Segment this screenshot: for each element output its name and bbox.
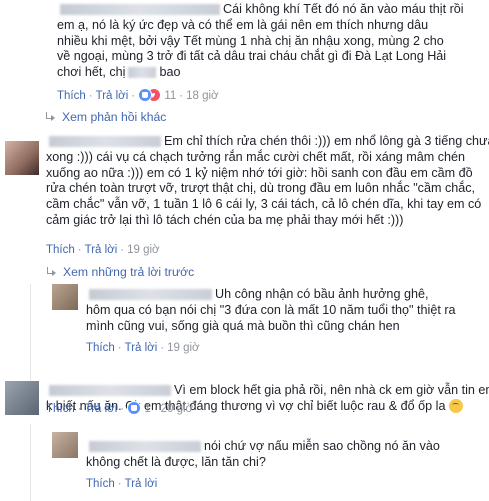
timestamp[interactable]: 19 giờ [167, 342, 199, 354]
timestamp[interactable]: 18 giờ [186, 90, 218, 102]
comment-5-actions: Thích · Trả lời [86, 478, 158, 490]
author-name-blurred [49, 136, 161, 147]
author-name-blurred [89, 441, 201, 452]
like-link[interactable]: Thích [86, 478, 115, 490]
mention-blurred [128, 67, 157, 79]
reply-arrow-icon [45, 112, 56, 121]
like-link[interactable]: Thích [46, 403, 75, 415]
previous-replies-link[interactable]: Xem những trả lời trước [46, 265, 194, 279]
reaction-count[interactable]: 1 [144, 403, 150, 415]
comment-3-text: Uh công nhận có bầu ảnh hưởng ghê, hôm q… [86, 287, 456, 333]
comment-3-actions: Thích · Trả lời · 19 giờ [86, 342, 200, 354]
author-name-blurred [89, 289, 212, 300]
avatar[interactable] [52, 284, 78, 310]
comment-1-actions: Thích·Trả lời· 11·18 giờ [57, 88, 219, 103]
author-name-blurred [49, 385, 171, 396]
reply-link[interactable]: Trả lời [85, 403, 118, 415]
like-link[interactable]: Thích [86, 342, 115, 354]
timestamp[interactable]: 20 giờ [161, 403, 193, 415]
avatar[interactable] [52, 432, 78, 458]
comment-4-action-bar: Thích · Trả lời · 1 · 20 giờ [46, 401, 194, 415]
reply-link[interactable]: Trả lời [85, 244, 118, 256]
reply-arrow-icon [46, 267, 57, 276]
comment-2-text: Em chỉ thích rửa chén thôi :))) em nhổ l… [46, 134, 489, 227]
thinking-emoji-icon [449, 398, 463, 413]
like-link[interactable]: Thích [46, 244, 75, 256]
like-link[interactable]: Thích [57, 90, 86, 102]
reply-link[interactable]: Trả lời [125, 478, 158, 490]
comment-2-actions: Thích · Trả lời · 19 giờ [46, 244, 160, 256]
like-reaction-icon [127, 401, 142, 415]
more-replies-link[interactable]: Xem phản hồi khác [45, 110, 166, 124]
reply-link[interactable]: Trả lời [125, 342, 158, 354]
comment-1-text: Cái không khí Tết đó nó ăn vào máu thịt … [57, 2, 464, 80]
reaction-count[interactable]: 11 [164, 90, 176, 102]
reply-link[interactable]: Trả lời [96, 90, 129, 102]
comment-5-text: nói chứ vợ nấu miễn sao chồng nó ăn vào … [86, 439, 440, 469]
thread-line [30, 424, 31, 501]
avatar[interactable] [5, 141, 39, 175]
timestamp[interactable]: 19 giờ [127, 244, 159, 256]
thread-line [30, 284, 31, 382]
avatar[interactable] [5, 381, 39, 415]
author-name-blurred [60, 4, 220, 15]
